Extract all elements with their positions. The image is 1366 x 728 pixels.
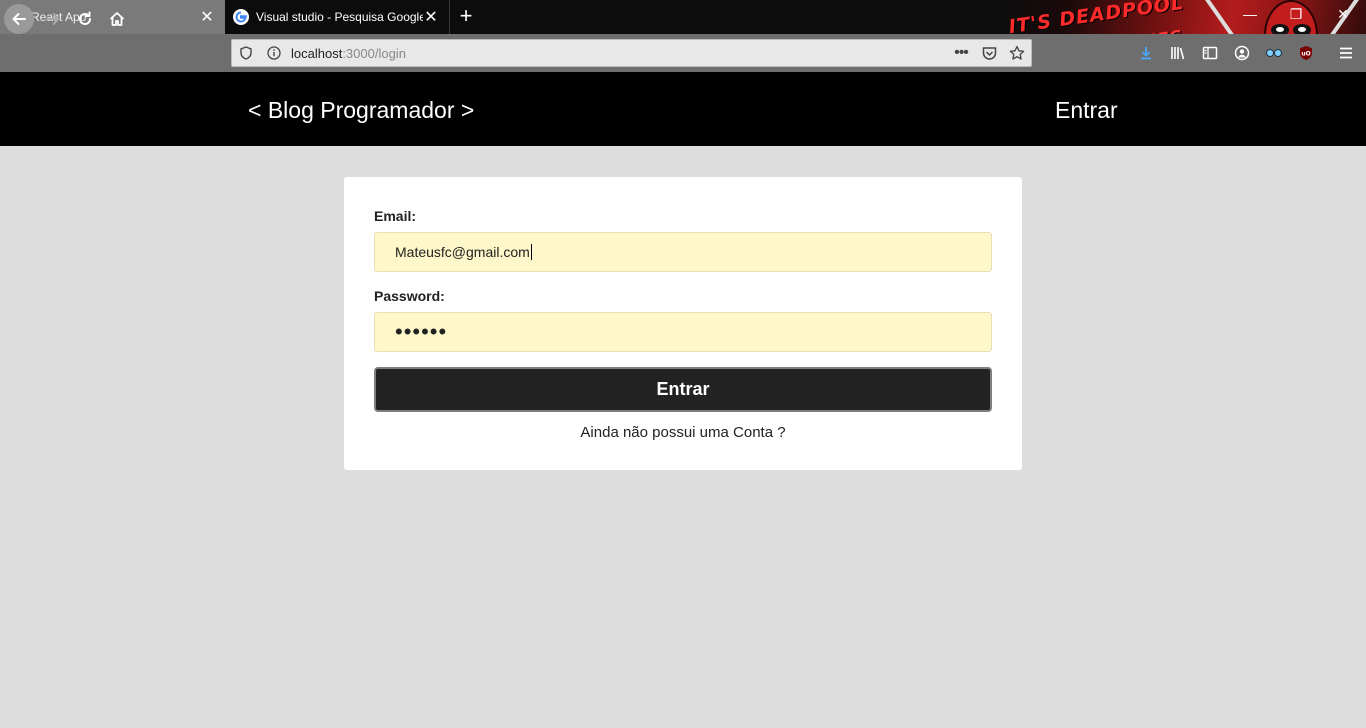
new-tab-button[interactable]: +: [456, 3, 476, 29]
signup-link[interactable]: Ainda não possui uma Conta ?: [344, 424, 1022, 441]
address-bar[interactable]: localhost:3000/login •••: [231, 39, 1032, 67]
downloads-icon[interactable]: [1136, 44, 1156, 62]
login-nav-link[interactable]: Entrar: [1055, 97, 1118, 124]
pocket-icon[interactable]: [980, 44, 998, 62]
password-value: ••••••: [395, 319, 448, 344]
svg-text:uO: uO: [1301, 51, 1310, 58]
reload-button[interactable]: [70, 4, 100, 34]
page-actions-menu-icon[interactable]: •••: [952, 44, 970, 62]
library-icon[interactable]: [1168, 44, 1188, 62]
sidebar-icon[interactable]: [1200, 44, 1220, 62]
submit-login-button[interactable]: Entrar: [374, 367, 992, 412]
text-caret: [530, 244, 532, 260]
password-field[interactable]: ••••••: [374, 312, 992, 352]
ublock-origin-icon[interactable]: uO: [1296, 44, 1316, 62]
home-icon: [109, 12, 125, 26]
arrow-right-icon: [46, 13, 60, 25]
home-button[interactable]: [102, 4, 132, 34]
tab-google-search[interactable]: Visual studio - Pesquisa Google ✕: [225, 0, 450, 34]
close-tab-icon[interactable]: ✕: [423, 7, 439, 27]
url-path: :3000/login: [342, 46, 406, 61]
login-card: Email: Mateusfc@gmail.com Password: ••••…: [344, 177, 1022, 470]
extension-mask-icon[interactable]: [1264, 44, 1284, 62]
email-value: Mateusfc@gmail.com: [395, 244, 530, 260]
app-header: < Blog Programador > Entrar: [0, 72, 1366, 146]
url-host: localhost: [291, 46, 343, 61]
email-label: Email:: [374, 208, 417, 224]
bookmark-star-icon[interactable]: [1008, 44, 1026, 62]
close-window-button[interactable]: ✕: [1333, 6, 1353, 23]
account-icon[interactable]: [1232, 44, 1252, 62]
site-info-icon[interactable]: [265, 44, 283, 62]
reload-icon: [79, 11, 91, 25]
restore-window-button[interactable]: ❐: [1286, 6, 1306, 23]
google-icon: [233, 9, 249, 25]
url-text[interactable]: localhost:3000/login: [291, 46, 406, 61]
arrow-left-icon: [12, 13, 26, 25]
tab-title: Visual studio - Pesquisa Google: [256, 10, 423, 24]
back-button[interactable]: [4, 4, 34, 34]
password-label: Password:: [374, 288, 445, 304]
tracking-protection-shield-icon[interactable]: [237, 44, 255, 62]
hamburger-menu-icon[interactable]: [1336, 44, 1356, 62]
close-tab-icon[interactable]: ✕: [199, 7, 215, 27]
brand-link[interactable]: < Blog Programador >: [248, 97, 474, 124]
minimize-window-button[interactable]: —: [1240, 6, 1260, 22]
email-field[interactable]: Mateusfc@gmail.com: [374, 232, 992, 272]
forward-button[interactable]: [38, 4, 68, 34]
